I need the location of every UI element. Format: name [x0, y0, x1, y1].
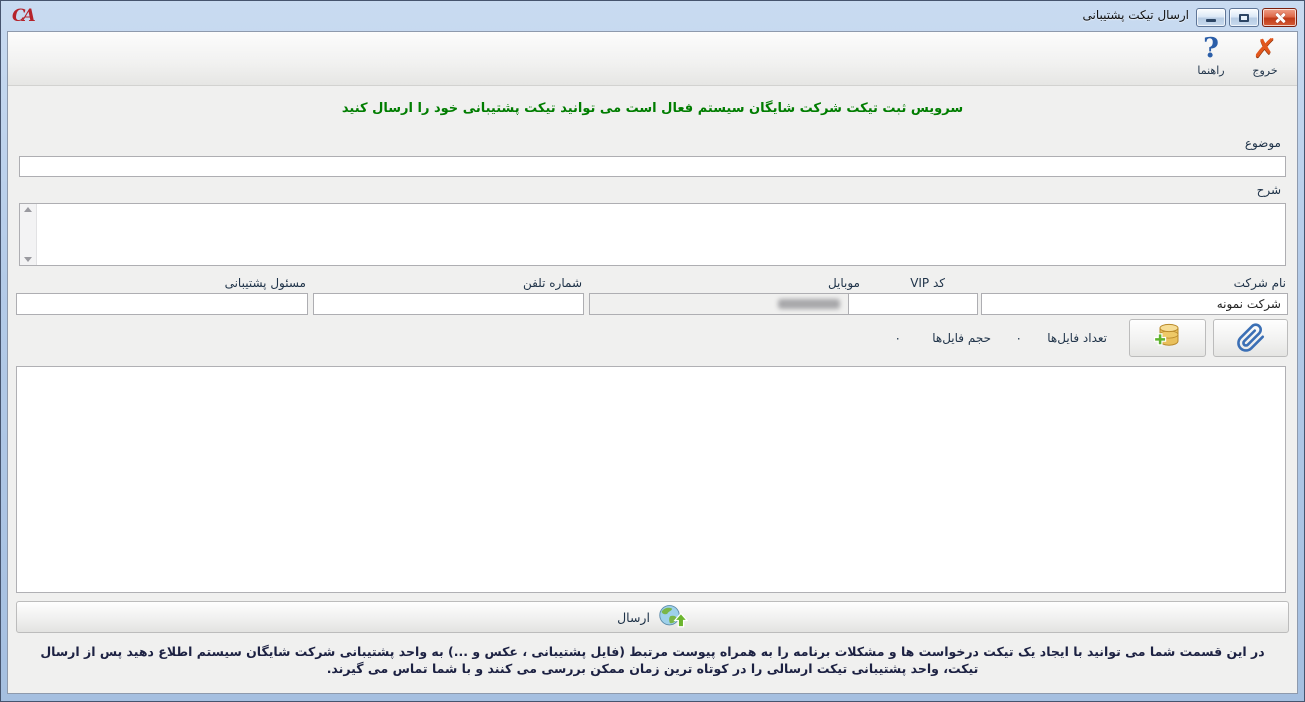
close-button[interactable] — [1262, 8, 1297, 27]
database-plus-icon — [1151, 321, 1185, 355]
maximize-button[interactable] — [1229, 8, 1259, 27]
file-count-value: ۰ — [1016, 331, 1022, 345]
file-count-label: تعداد فایل‌ها — [1047, 331, 1107, 345]
exit-button-label: خروج — [1252, 64, 1277, 77]
mobile-label: موبایل — [828, 276, 860, 290]
description-input[interactable] — [38, 204, 1285, 265]
toolbar: ✗ خروج ? راهنما — [8, 32, 1297, 86]
paperclip-icon — [1234, 323, 1268, 353]
phone-number-input[interactable] — [313, 293, 584, 315]
company-name-label: نام شرکت — [1234, 276, 1286, 290]
send-globe-icon — [658, 603, 688, 631]
support-manager-label: مسئول پشتیبانی — [225, 276, 306, 290]
help-button-label: راهنما — [1197, 64, 1224, 77]
attached-files-list[interactable] — [16, 366, 1286, 593]
service-status-message: سرویس ثبت تیکت شرکت شایگان سیستم فعال اس… — [8, 101, 1297, 116]
phone-number-label: شماره تلفن — [523, 276, 582, 290]
support-ticket-window: CA ارسال تیکت پشتیبانی ✗ خروج ? راهنما — [0, 0, 1305, 702]
help-button[interactable]: ? راهنما — [1185, 35, 1237, 83]
scroll-up-icon[interactable] — [24, 207, 32, 212]
app-logo-icon: CA — [12, 6, 33, 26]
maximize-icon — [1239, 14, 1249, 22]
close-icon — [1274, 12, 1286, 24]
window-content: ✗ خروج ? راهنما سرویس ثبت تیکت شرکت شایگ… — [7, 31, 1298, 694]
scroll-down-icon[interactable] — [24, 257, 32, 262]
footer-help-text: در این قسمت شما می توانید با ایجاد یک تی… — [22, 643, 1283, 677]
file-size-label: حجم فایل‌ها — [932, 331, 991, 345]
company-name-input[interactable] — [981, 293, 1288, 315]
file-size-value: ۰ — [895, 331, 901, 345]
send-button[interactable]: ارسال — [16, 601, 1289, 633]
exit-icon: ✗ — [1252, 35, 1277, 63]
minimize-button[interactable] — [1196, 8, 1226, 27]
exit-button[interactable]: ✗ خروج — [1239, 35, 1291, 83]
subject-input[interactable] — [19, 156, 1286, 177]
mobile-masked-value — [778, 299, 840, 309]
mobile-field — [589, 293, 849, 315]
vip-code-label: کد VIP — [910, 276, 945, 290]
help-icon: ? — [1203, 35, 1219, 63]
description-scrollbar[interactable] — [20, 204, 37, 265]
send-button-label: ارسال — [617, 610, 650, 625]
titlebar: CA ارسال تیکت پشتیبانی — [0, 0, 1305, 31]
description-box — [19, 203, 1286, 266]
minimize-icon — [1206, 19, 1216, 22]
support-manager-input[interactable] — [16, 293, 308, 315]
subject-label: موضوع — [1245, 136, 1281, 150]
add-attachment-button[interactable] — [1129, 319, 1206, 357]
attach-file-button[interactable] — [1213, 319, 1288, 357]
window-title: ارسال تیکت پشتیبانی — [1083, 8, 1189, 22]
description-label: شرح — [1257, 183, 1281, 197]
caption-buttons — [1196, 8, 1297, 27]
